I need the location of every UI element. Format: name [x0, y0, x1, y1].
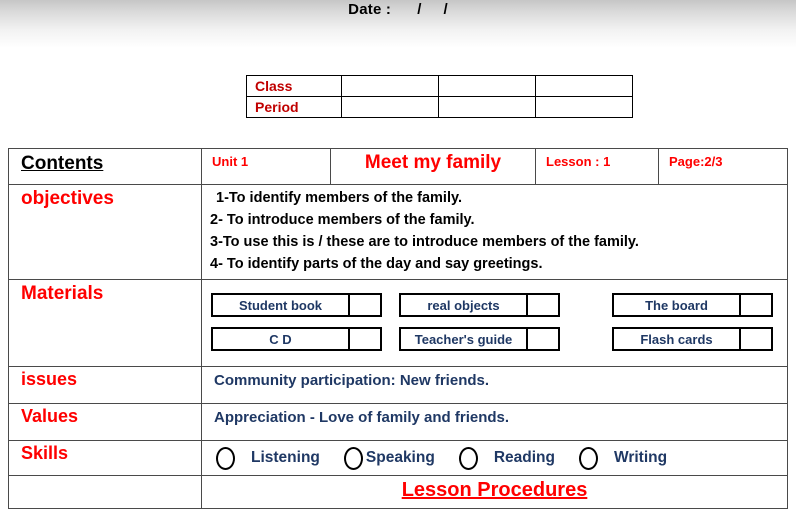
procedures-row: Lesson Procedures: [8, 475, 788, 509]
material-checkbox[interactable]: [528, 329, 558, 349]
issues-label: issues: [8, 366, 202, 404]
objective-item: 2- To introduce members of the family.: [210, 212, 475, 228]
lesson-number: Lesson : 1: [535, 149, 659, 184]
skills-row: Skills Listening Speaking Reading Writin…: [8, 440, 788, 476]
material-checkbox[interactable]: [741, 329, 771, 349]
skills-cell: Listening Speaking Reading Writing: [201, 440, 788, 476]
material-checkbox[interactable]: [741, 295, 771, 315]
material-the-board[interactable]: The board: [612, 293, 773, 317]
unit-label: Unit 1: [202, 149, 331, 184]
values-text: Appreciation - Love of family and friend…: [201, 403, 788, 441]
skill-speaking[interactable]: Speaking: [343, 446, 435, 470]
period-value-cell-2[interactable]: [438, 96, 536, 118]
skill-checkbox-icon[interactable]: [458, 446, 478, 470]
skill-writing[interactable]: Writing: [578, 446, 668, 470]
materials-label: Materials: [8, 279, 202, 367]
material-label: Student book: [213, 295, 350, 315]
table-header-row: Contents Unit 1 Meet my family Lesson : …: [8, 148, 788, 185]
objectives-cell: 1-To identify members of the family. 2- …: [201, 184, 788, 280]
procedures-cell: Lesson Procedures: [201, 475, 788, 509]
values-row: Values Appreciation - Love of family and…: [8, 403, 788, 441]
objectives-label: objectives: [8, 184, 202, 280]
material-label: The board: [614, 295, 741, 315]
date-field: Date : / /: [348, 1, 448, 18]
skill-checkbox-icon[interactable]: [343, 446, 363, 470]
period-row: Period: [246, 96, 633, 118]
procedures-title: Lesson Procedures: [401, 479, 588, 501]
class-value-cell-1[interactable]: [341, 75, 439, 97]
materials-row-top: Student book real objects The board: [202, 288, 787, 322]
objectives-row: objectives 1-To identify members of the …: [8, 184, 788, 280]
skills-label: Skills: [8, 440, 202, 476]
objective-item: 4- To identify parts of the day and say …: [210, 256, 543, 272]
skill-label: Listening: [251, 449, 320, 466]
issues-row: issues Community participation: New frie…: [8, 366, 788, 404]
materials-row: Materials Student book real objects The …: [8, 279, 788, 367]
class-value-cell-3[interactable]: [535, 75, 633, 97]
header-detail-cell: Unit 1 Meet my family Lesson : 1 Page:2/…: [201, 148, 788, 185]
material-label: C D: [213, 329, 350, 349]
period-label: Period: [246, 96, 342, 118]
skill-listening[interactable]: Listening: [216, 446, 320, 470]
objective-item: 1-To identify members of the family.: [216, 190, 463, 206]
material-label: Teacher's guide: [401, 329, 528, 349]
material-checkbox[interactable]: [350, 329, 380, 349]
class-label: Class: [246, 75, 342, 97]
skill-checkbox-icon[interactable]: [578, 446, 598, 470]
values-label: Values: [8, 403, 202, 441]
period-value-cell-1[interactable]: [341, 96, 439, 118]
material-flash-cards[interactable]: Flash cards: [612, 327, 773, 351]
procedures-empty-label-cell: [8, 475, 202, 509]
skill-label: Speaking: [365, 449, 435, 466]
material-checkbox[interactable]: [350, 295, 380, 315]
class-value-cell-2[interactable]: [438, 75, 536, 97]
objective-item: 3-To use this is / these are to introduc…: [210, 234, 639, 250]
period-value-cell-3[interactable]: [535, 96, 633, 118]
material-real-objects[interactable]: real objects: [399, 293, 560, 317]
skill-label: Writing: [613, 449, 668, 466]
page-number: Page:2/3: [658, 149, 787, 184]
materials-row-bottom: C D Teacher's guide Flash cards: [202, 322, 787, 356]
material-label: Flash cards: [614, 329, 741, 349]
material-student-book[interactable]: Student book: [211, 293, 382, 317]
issues-text: Community participation: New friends.: [201, 366, 788, 404]
lesson-title: Meet my family: [330, 149, 536, 184]
skill-checkbox-icon[interactable]: [216, 446, 235, 470]
lesson-plan-table: Contents Unit 1 Meet my family Lesson : …: [8, 148, 788, 509]
materials-cell: Student book real objects The board C D …: [201, 279, 788, 367]
skill-reading[interactable]: Reading: [458, 446, 555, 470]
skill-label: Reading: [493, 449, 555, 466]
class-period-table: Class Period: [246, 75, 633, 118]
material-teachers-guide[interactable]: Teacher's guide: [399, 327, 560, 351]
material-label: real objects: [401, 295, 528, 315]
contents-label: Contents: [8, 148, 202, 185]
material-checkbox[interactable]: [528, 295, 558, 315]
class-row: Class: [246, 75, 633, 97]
material-cd[interactable]: C D: [211, 327, 382, 351]
